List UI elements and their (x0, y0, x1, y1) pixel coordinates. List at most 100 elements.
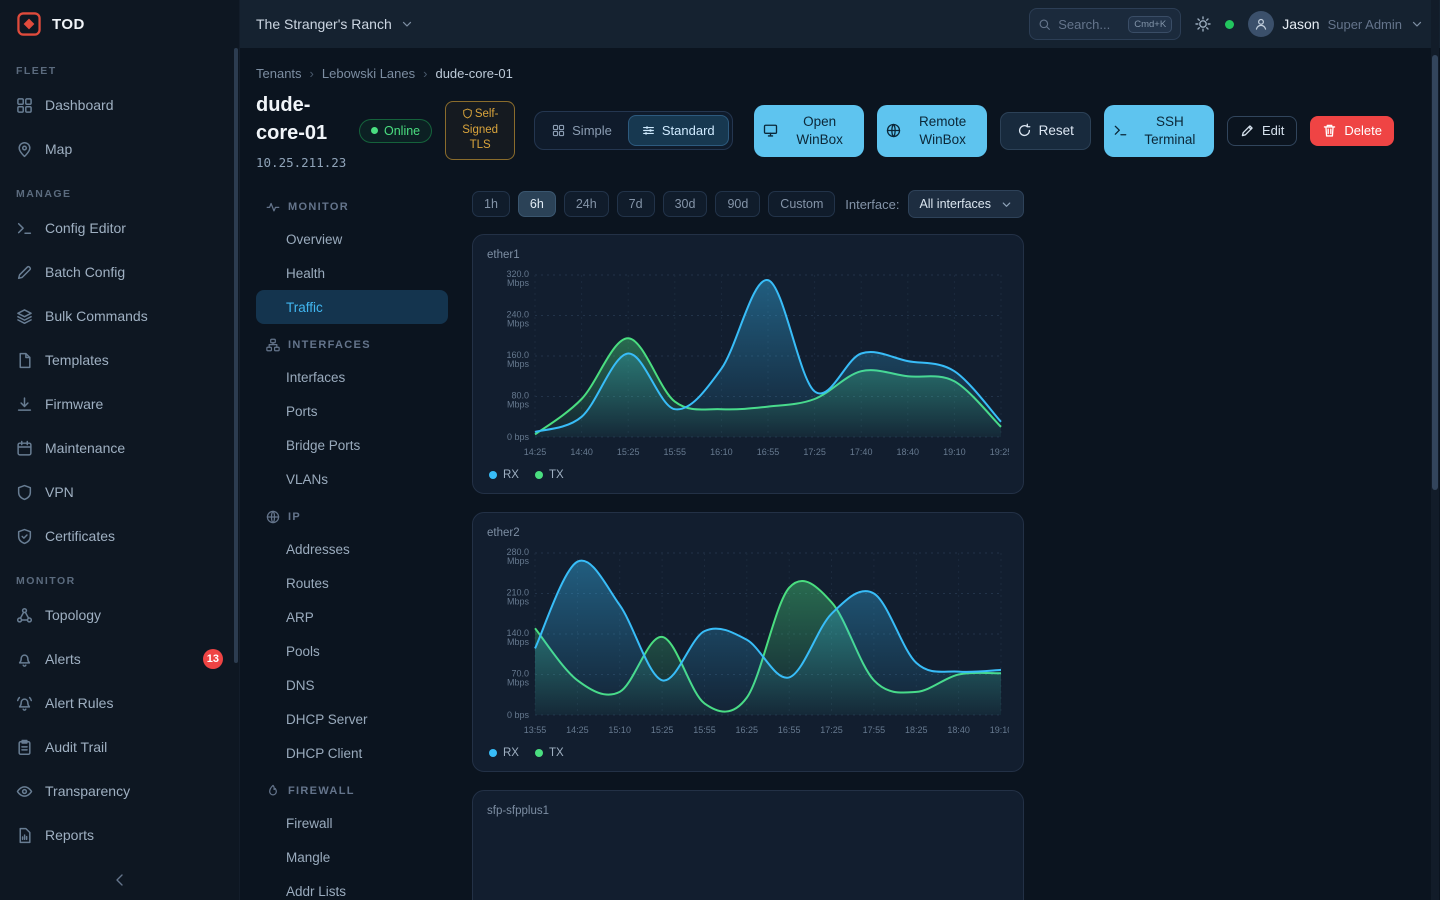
sidebar-item-label: Audit Trail (45, 739, 107, 755)
device-nav-item-dhcp-client[interactable]: DHCP Client (256, 736, 448, 770)
sidebar-item-bulk-commands[interactable]: Bulk Commands (0, 294, 239, 338)
button-label: Edit (1262, 123, 1284, 138)
device-nav-item-health[interactable]: Health (256, 256, 448, 290)
globe-icon (266, 510, 280, 524)
page-scrollbar-thumb[interactable] (1432, 55, 1438, 490)
device-nav-item-ports[interactable]: Ports (256, 394, 448, 428)
sidebar-item-alerts[interactable]: Alerts13 (0, 637, 239, 681)
sidebar-item-batch-config[interactable]: Batch Config (0, 250, 239, 294)
ssh-terminal-button[interactable]: SSH Terminal (1104, 105, 1214, 157)
certificate-icon (16, 528, 33, 545)
legend-dot (489, 471, 497, 479)
logo[interactable]: TOD (0, 0, 239, 48)
breadcrumb-item-lebowski-lanes[interactable]: Lebowski Lanes (322, 66, 415, 81)
svg-text:0 bps: 0 bps (507, 710, 530, 720)
sidebar-item-vpn[interactable]: VPN (0, 470, 239, 514)
flame-icon (266, 784, 280, 798)
device-nav-item-bridge-ports[interactable]: Bridge Ports (256, 428, 448, 462)
time-range-24h[interactable]: 24h (564, 191, 609, 217)
sidebar-item-dashboard[interactable]: Dashboard (0, 83, 239, 127)
connection-status-dot (1225, 20, 1234, 29)
trash-icon (1322, 123, 1337, 138)
sidebar-scrollbar[interactable] (234, 48, 238, 663)
time-range-30d[interactable]: 30d (663, 191, 708, 217)
device-nav-item-label: ARP (286, 610, 314, 625)
view-toggle-simple[interactable]: Simple (538, 115, 626, 146)
activity-icon (266, 200, 280, 214)
sidebar-item-topology[interactable]: Topology (0, 593, 239, 637)
device-nav-item-addresses[interactable]: Addresses (256, 532, 448, 566)
terminal-icon (1113, 123, 1128, 138)
device-ip: 10.25.211.23 (256, 155, 346, 170)
theme-toggle-button[interactable] (1195, 16, 1211, 32)
app-root: TOD FLEETDashboardMapMANAGEConfig Editor… (0, 0, 1440, 900)
svg-text:16:55: 16:55 (778, 725, 801, 735)
time-range-90d[interactable]: 90d (715, 191, 760, 217)
device-action-buttons: Open WinBoxRemote WinBox Reset SSH Termina… (754, 105, 1394, 157)
legend-label: RX (503, 469, 519, 481)
sidebar-item-certificates[interactable]: Certificates (0, 514, 239, 558)
reset-button[interactable]: Reset (1000, 112, 1091, 150)
device-nav-item-addr-lists[interactable]: Addr Lists (256, 874, 448, 900)
time-range-1h[interactable]: 1h (472, 191, 510, 217)
view-toggle-standard[interactable]: Standard (628, 115, 729, 146)
sidebar-item-label: Transparency (45, 783, 130, 799)
sidebar-item-transparency[interactable]: Transparency (0, 769, 239, 813)
sidebar-item-reports[interactable]: Reports (0, 813, 239, 857)
sidebar-item-templates[interactable]: Templates (0, 338, 239, 382)
device-nav-item-arp[interactable]: ARP (256, 600, 448, 634)
svg-text:17:25: 17:25 (820, 725, 843, 735)
device-nav-item-label: DHCP Server (286, 712, 368, 727)
topbar-right: Search... Cmd+K Jason Super Admin (1029, 8, 1424, 40)
device-nav-item-traffic[interactable]: Traffic (256, 290, 448, 324)
svg-text:Mbps: Mbps (507, 400, 530, 410)
search-placeholder: Search... (1058, 17, 1110, 32)
svg-text:17:25: 17:25 (803, 447, 826, 457)
sidebar-item-label: Dashboard (45, 97, 114, 113)
device-nav-item-pools[interactable]: Pools (256, 634, 448, 668)
time-range-6h[interactable]: 6h (518, 191, 556, 217)
svg-text:14:25: 14:25 (566, 725, 589, 735)
device-nav-item-vlans[interactable]: VLANs (256, 462, 448, 496)
globe-icon (886, 123, 901, 138)
user-menu[interactable]: Jason Super Admin (1248, 11, 1424, 37)
time-range-7d[interactable]: 7d (617, 191, 655, 217)
device-nav-item-overview[interactable]: Overview (256, 222, 448, 256)
sidebar-item-alert-rules[interactable]: Alert Rules (0, 681, 239, 725)
open-winbox-button[interactable]: Open WinBox (754, 105, 864, 157)
device-nav-item-dhcp-server[interactable]: DHCP Server (256, 702, 448, 736)
device-nav-item-label: VLANs (286, 472, 328, 487)
sidebar-item-audit-trail[interactable]: Audit Trail (0, 725, 239, 769)
device-nav-item-dns[interactable]: DNS (256, 668, 448, 702)
device-nav-item-interfaces[interactable]: Interfaces (256, 360, 448, 394)
device-nav-item-mangle[interactable]: Mangle (256, 840, 448, 874)
sidebar-item-map[interactable]: Map (0, 127, 239, 171)
interface-select[interactable]: All interfaces (908, 190, 1024, 218)
search-input[interactable]: Search... Cmd+K (1029, 8, 1181, 40)
time-range-custom[interactable]: Custom (768, 191, 835, 217)
breadcrumb-item-tenants[interactable]: Tenants (256, 66, 302, 81)
view-toggle-label: Standard (662, 123, 715, 138)
legend-dot (535, 749, 543, 757)
sidebar-item-maintenance[interactable]: Maintenance (0, 426, 239, 470)
sidebar-item-firmware[interactable]: Firmware (0, 382, 239, 426)
sidebar-section-label-monitor: MONITOR (0, 558, 239, 593)
tenant-selector[interactable]: The Stranger's Ranch (256, 16, 414, 32)
sidebar-collapse-button[interactable] (0, 860, 239, 900)
device-nav-item-firewall[interactable]: Firewall (256, 806, 448, 840)
search-icon (1038, 18, 1051, 31)
sidebar-item-config-editor[interactable]: Config Editor (0, 206, 239, 250)
delete-button[interactable]: Delete (1310, 116, 1394, 146)
device-nav-section-label: INTERFACES (288, 339, 371, 351)
network-icon (266, 338, 280, 352)
sun-icon (1195, 16, 1211, 32)
device-nav-section-label: IP (288, 511, 301, 523)
edit-button[interactable]: Edit (1227, 116, 1297, 146)
sidebar-item-label: Firmware (45, 396, 103, 412)
sidebar-item-label: Reports (45, 827, 94, 843)
svg-text:Mbps: Mbps (507, 678, 530, 688)
chevron-down-icon (1000, 198, 1013, 211)
remote-winbox-button[interactable]: Remote WinBox (877, 105, 987, 157)
device-nav-item-routes[interactable]: Routes (256, 566, 448, 600)
chart-plot: 320.0Mbps240.0Mbps160.0Mbps80.0Mbps0 bps… (487, 265, 1009, 463)
